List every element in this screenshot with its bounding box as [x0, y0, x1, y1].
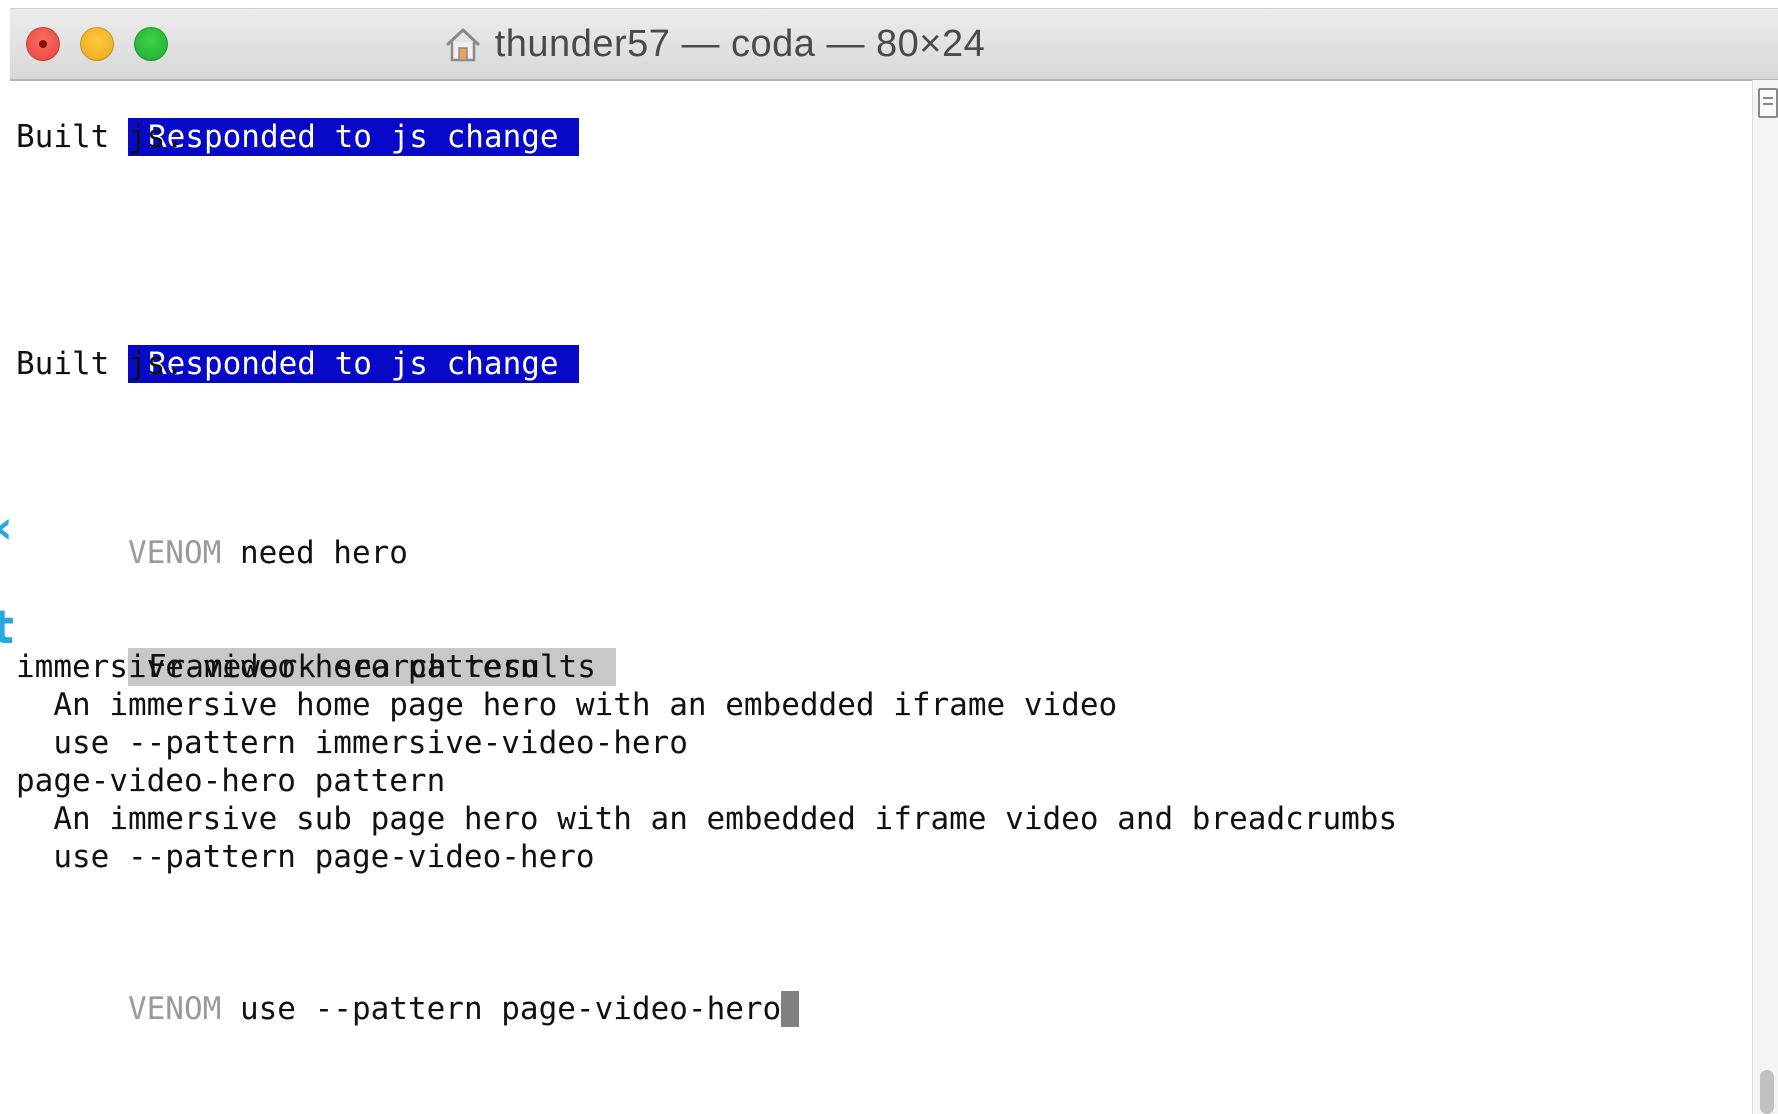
window-title: thunder57 — coda — 80×24 — [494, 22, 986, 65]
window-title-area: thunder57 — coda — 80×24 — [0, 9, 1778, 79]
output-line: Responded to js change — [16, 307, 579, 383]
terminal-window: thunder57 — coda — 80×24 Responded to js… — [0, 0, 1778, 1114]
terminal-output[interactable]: Responded to js change Built js. Respond… — [10, 80, 1750, 1114]
output-line: use --pattern immersive-video-hero — [16, 725, 688, 761]
output-line: Built js. — [16, 346, 184, 382]
command-input[interactable]: use --pattern page-video-hero — [221, 991, 781, 1027]
output-line: use --pattern page-video-hero — [16, 839, 595, 875]
split-pane-icon[interactable] — [1758, 88, 1778, 118]
title-bar[interactable]: thunder57 — coda — 80×24 — [10, 8, 1778, 81]
output-line: Framework search results — [16, 610, 616, 686]
scrollbar[interactable] — [1752, 80, 1778, 1114]
command-text: need hero — [221, 535, 408, 571]
output-line: An immersive sub page hero with an embed… — [16, 801, 1398, 837]
output-line: immersive-video-hero pattern — [16, 649, 539, 685]
output-line: Built js. — [16, 119, 184, 155]
output-line: An immersive home page hero with an embe… — [16, 687, 1118, 723]
prompt-line: VENOM need hero — [16, 496, 408, 571]
prompt-label: VENOM — [127, 991, 222, 1027]
home-icon — [445, 28, 480, 62]
partial-overlay-glyph-icon: t — [0, 600, 14, 654]
highlighted-message: Responded to js change — [127, 345, 579, 383]
highlighted-message: Responded to js change — [127, 118, 579, 156]
output-line: page-video-hero pattern — [16, 763, 446, 799]
prompt-label: VENOM — [127, 535, 222, 571]
text-cursor — [781, 990, 800, 1027]
prompt-line[interactable]: VENOM use --pattern page-video-hero — [16, 952, 800, 1027]
partial-overlay-chevron-icon: ‹ — [0, 500, 13, 554]
output-line: Responded to js change — [16, 80, 579, 156]
scrollbar-thumb[interactable] — [1760, 1070, 1774, 1114]
